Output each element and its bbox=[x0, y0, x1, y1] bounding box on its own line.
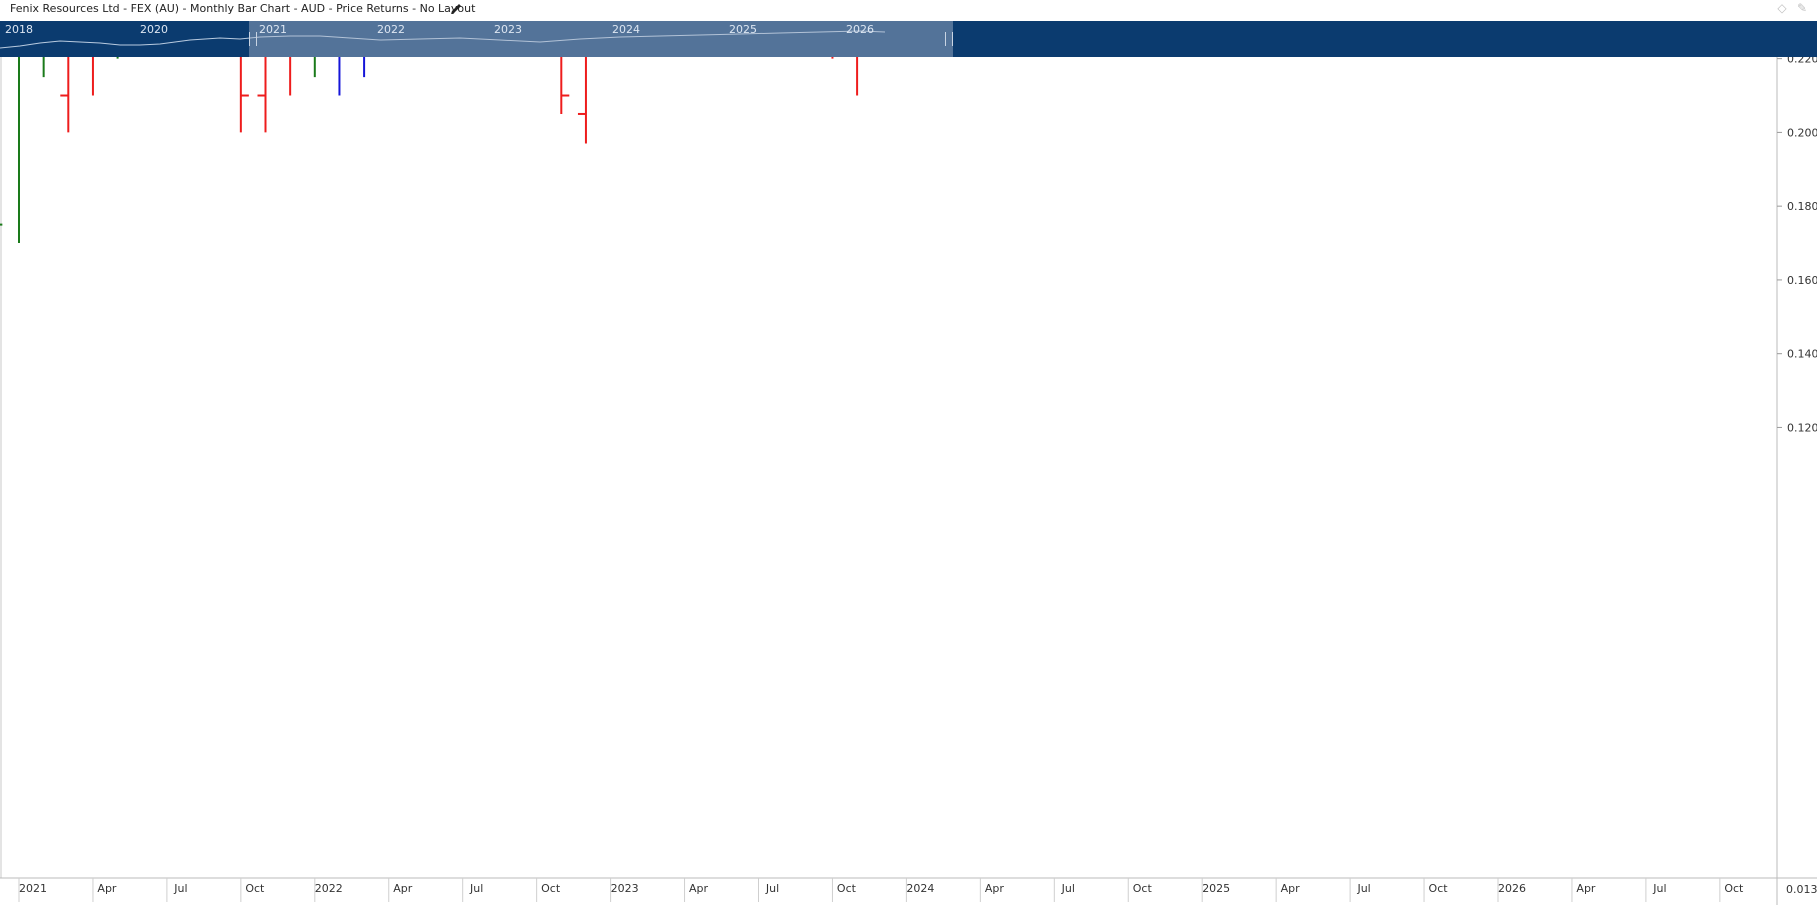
ohlc-bar bbox=[856, 57, 859, 96]
y-axis-tick-label: 0.140 bbox=[1787, 348, 1817, 361]
x-axis-tick-label: 2021 bbox=[19, 882, 47, 895]
pencil-icon[interactable] bbox=[448, 1, 464, 17]
navigator-year-label: 2022 bbox=[377, 23, 405, 36]
x-axis-tick-label: Oct bbox=[1133, 882, 1153, 895]
x-axis-tick-label: Apr bbox=[689, 882, 709, 895]
x-axis-tick-label: Oct bbox=[837, 882, 857, 895]
ohlc-bar bbox=[363, 57, 366, 78]
ohlc-bar bbox=[313, 57, 316, 78]
y-axis-tick-label: 0.120 bbox=[1787, 421, 1817, 434]
x-axis-tick-label: Jul bbox=[765, 882, 779, 895]
navigator-left-handle[interactable] bbox=[249, 32, 257, 46]
ohlc-bar bbox=[338, 57, 341, 96]
ohlc-bar bbox=[116, 57, 119, 59]
x-axis-tick-label: Oct bbox=[245, 882, 265, 895]
ohlc-bar bbox=[91, 57, 94, 96]
y-axis-tick-label: 0.160 bbox=[1787, 274, 1817, 287]
diamond-icon[interactable]: ◇ bbox=[1775, 1, 1789, 15]
chart-header: Fenix Resources Ltd - FEX (AU) - Monthly… bbox=[0, 0, 1817, 21]
y-axis-tick-label: 0.220 bbox=[1787, 57, 1817, 66]
x-axis-tick-label: Apr bbox=[985, 882, 1005, 895]
ohlc-bar bbox=[42, 57, 45, 78]
x-axis-tick-label: Apr bbox=[97, 882, 117, 895]
x-axis-tick-label: 2022 bbox=[315, 882, 343, 895]
x-axis-tick-label: Jul bbox=[469, 882, 483, 895]
ohlc-bar bbox=[289, 57, 292, 96]
x-axis-tick-label: 2025 bbox=[1202, 882, 1230, 895]
x-axis-tick-label: Oct bbox=[1724, 882, 1744, 895]
ohlc-bar bbox=[577, 57, 587, 144]
x-axis-tick-label: Apr bbox=[1281, 882, 1301, 895]
x-axis-tick-label: 2024 bbox=[906, 882, 934, 895]
x-axis-tick-label: Jul bbox=[1356, 882, 1370, 895]
ohlc-bar bbox=[257, 57, 267, 133]
ohlc-bar bbox=[831, 57, 834, 59]
y-axis-tick-label: 0.200 bbox=[1787, 126, 1817, 139]
navigator-year-label: 2026 bbox=[846, 23, 874, 36]
price-chart[interactable]: 0.120 0.140 0.160 0.180 0.200 0.220 0.0133 2021… bbox=[0, 57, 1817, 905]
ohlc-bar bbox=[18, 57, 20, 244]
ohlc-bar bbox=[239, 57, 249, 133]
x-axis-tick-label: 2026 bbox=[1498, 882, 1526, 895]
x-axis-tick-label: Apr bbox=[1576, 882, 1596, 895]
navigator-year-label: 2025 bbox=[729, 23, 757, 36]
navigator-year-label: 2020 bbox=[140, 23, 168, 36]
x-axis-tick-label: Oct bbox=[541, 882, 561, 895]
x-axis-tick-label: 2023 bbox=[611, 882, 639, 895]
y-axis-tick-label: 0.180 bbox=[1787, 200, 1817, 213]
navigator-year-label: 2018 bbox=[5, 23, 33, 36]
ohlc-bar bbox=[60, 57, 70, 133]
x-axis-tick-label: Apr bbox=[393, 882, 413, 895]
navigator-right-handle[interactable] bbox=[945, 32, 953, 46]
x-axis-tick-label: Jul bbox=[1652, 882, 1666, 895]
navigator-year-label: 2021 bbox=[259, 23, 287, 36]
navigator-year-label: 2023 bbox=[494, 23, 522, 36]
range-navigator[interactable]: 2018 2020 2021 2022 2023 2024 2025 2026 bbox=[0, 21, 1817, 57]
chart-title: Fenix Resources Ltd - FEX (AU) - Monthly… bbox=[10, 2, 476, 15]
corner-icons: ◇ ✎ bbox=[1775, 1, 1809, 15]
x-axis-tick-label: Jul bbox=[173, 882, 187, 895]
pin-icon[interactable]: ✎ bbox=[1795, 1, 1809, 15]
ohlc-bar bbox=[560, 57, 570, 114]
y-axis-cut-label: 0.0133 bbox=[1786, 883, 1817, 896]
navigator-year-label: 2024 bbox=[612, 23, 640, 36]
x-axis-tick-label: Jul bbox=[1061, 882, 1075, 895]
x-axis-tick-label: Oct bbox=[1429, 882, 1449, 895]
